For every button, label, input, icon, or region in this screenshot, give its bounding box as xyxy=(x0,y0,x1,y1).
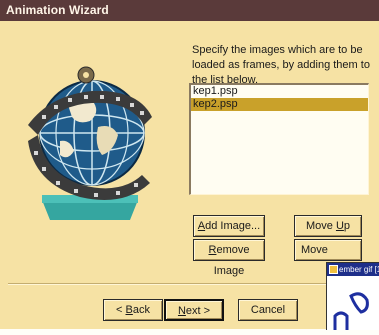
move-up-mnemonic: U xyxy=(335,220,344,232)
window-title: Animation Wizard xyxy=(6,3,109,17)
move-up-prefix: Move xyxy=(305,220,336,232)
move-down-button[interactable]: Move xyxy=(294,239,362,261)
animation-wizard-dialog: Animation Wizard Specify the images whic… xyxy=(0,0,379,330)
separator xyxy=(8,283,328,285)
next-rest: ext > xyxy=(185,305,211,317)
add-image-button[interactable]: Add Image... xyxy=(193,215,265,237)
title-bar[interactable]: Animation Wizard xyxy=(0,0,379,21)
instructions-text: Specify the images which are to be loade… xyxy=(192,44,370,86)
paint-shop-pro-icon xyxy=(329,265,338,275)
move-up-button[interactable]: Move Up xyxy=(294,215,362,237)
add-image-label: dd Image... xyxy=(205,220,261,232)
frames-listbox[interactable]: kep1.psp kep2.psp xyxy=(189,83,369,195)
remove-image-label: emove Image xyxy=(213,244,250,277)
back-rest: ack xyxy=(132,304,150,316)
overlay-canvas[interactable] xyxy=(327,276,379,330)
back-prefix: < xyxy=(116,304,126,316)
move-up-rest: p xyxy=(343,220,351,232)
overlay-title: ember gif [1 xyxy=(339,265,379,274)
back-mnemonic: B xyxy=(125,304,133,316)
back-button[interactable]: < Back xyxy=(103,299,163,321)
globe-film-icon xyxy=(20,55,160,225)
cancel-label: Cancel xyxy=(250,304,286,316)
list-item-kep2[interactable]: kep2.psp xyxy=(191,98,368,111)
next-button[interactable]: Next > xyxy=(164,299,224,321)
next-mnemonic: N xyxy=(177,305,186,317)
cancel-button[interactable]: Cancel xyxy=(238,299,298,321)
overlay-title-bar[interactable]: ember gif [1 xyxy=(327,263,379,276)
move-down-label: Move xyxy=(301,244,328,256)
remove-image-button[interactable]: Remove Image xyxy=(193,239,265,277)
list-item-kep1[interactable]: kep1.psp xyxy=(191,85,368,98)
overlay-image-window[interactable]: ember gif [1 xyxy=(326,262,379,330)
